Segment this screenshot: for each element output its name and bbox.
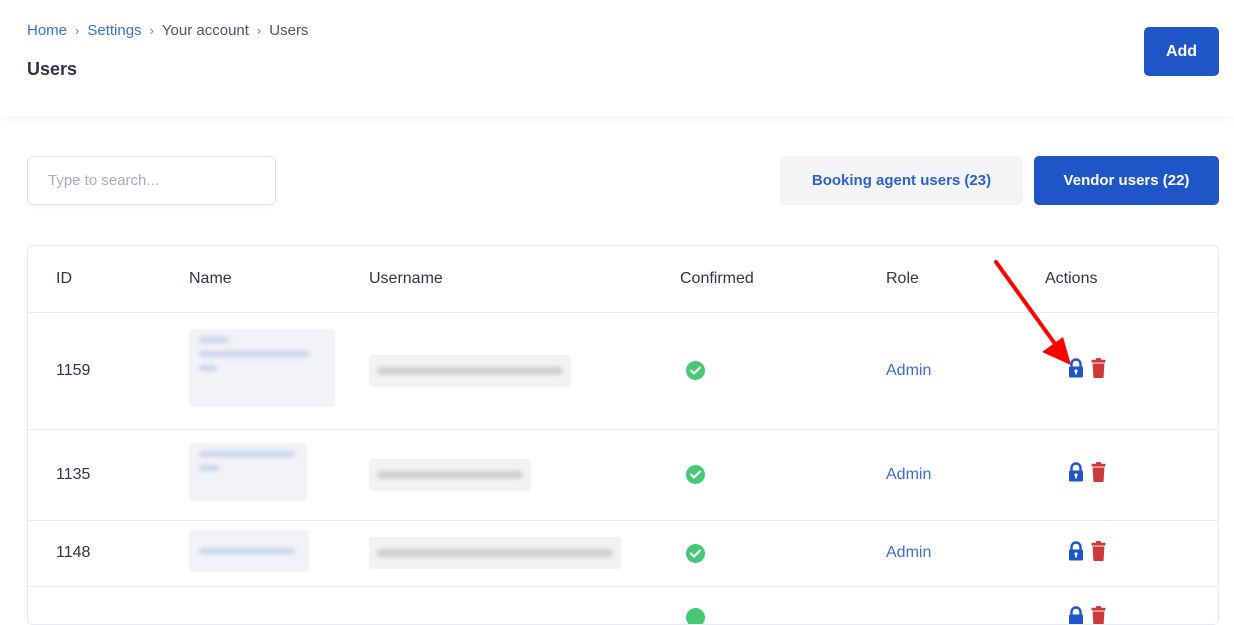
column-header-id: ID bbox=[28, 246, 189, 312]
table-row: 1135 Admin bbox=[28, 429, 1218, 520]
lock-icon[interactable] bbox=[1068, 358, 1084, 383]
table-header-row: ID Name Username Confirmed Role Actions bbox=[28, 246, 1218, 312]
breadcrumb-separator: › bbox=[75, 22, 79, 40]
page-header: Home › Settings › Your account › Users U… bbox=[0, 0, 1234, 116]
column-header-role: Role bbox=[856, 246, 1018, 312]
user-name-link-redacted[interactable] bbox=[189, 530, 309, 572]
username-redacted bbox=[369, 459, 531, 491]
user-id: 1148 bbox=[28, 520, 189, 586]
table-row: 1148 Admin bbox=[28, 520, 1218, 586]
role-link[interactable]: Admin bbox=[886, 466, 931, 483]
column-header-username: Username bbox=[369, 246, 680, 312]
confirmed-check-icon bbox=[686, 465, 705, 484]
lock-icon[interactable] bbox=[1068, 606, 1084, 625]
role-link[interactable]: Admin bbox=[886, 362, 931, 379]
lock-icon[interactable] bbox=[1068, 541, 1084, 566]
confirmed-check-icon bbox=[686, 544, 705, 563]
user-id bbox=[28, 586, 189, 625]
row-actions bbox=[1068, 462, 1106, 487]
breadcrumb-your-account: Your account bbox=[162, 22, 249, 40]
row-actions bbox=[1068, 541, 1106, 566]
confirmed-check-icon bbox=[686, 361, 705, 380]
trash-icon[interactable] bbox=[1091, 606, 1106, 625]
confirmed-check-icon bbox=[686, 608, 705, 625]
add-button[interactable]: Add bbox=[1144, 27, 1219, 76]
role-link[interactable]: Admin bbox=[886, 544, 931, 561]
trash-icon[interactable] bbox=[1091, 462, 1106, 487]
lock-icon[interactable] bbox=[1068, 462, 1084, 487]
users-table: ID Name Username Confirmed Role Actions … bbox=[28, 246, 1218, 625]
row-actions bbox=[1068, 606, 1106, 625]
tab-booking-agent-users[interactable]: Booking agent users (23) bbox=[780, 156, 1023, 205]
column-header-name: Name bbox=[189, 246, 369, 312]
breadcrumb-separator: › bbox=[150, 22, 154, 40]
page-title: Users bbox=[27, 59, 77, 80]
column-header-actions: Actions bbox=[1018, 246, 1218, 312]
breadcrumb-settings[interactable]: Settings bbox=[87, 22, 141, 40]
trash-icon[interactable] bbox=[1091, 541, 1106, 566]
table-row bbox=[28, 586, 1218, 625]
username-redacted bbox=[369, 537, 621, 569]
users-table-card: ID Name Username Confirmed Role Actions … bbox=[27, 245, 1219, 625]
breadcrumb-users: Users bbox=[269, 22, 308, 40]
row-actions bbox=[1068, 358, 1106, 383]
search-input[interactable] bbox=[27, 156, 276, 205]
trash-icon[interactable] bbox=[1091, 358, 1106, 383]
user-id: 1159 bbox=[28, 312, 189, 429]
tab-vendor-users[interactable]: Vendor users (22) bbox=[1034, 156, 1219, 205]
breadcrumb-home[interactable]: Home bbox=[27, 22, 67, 40]
user-name-link-redacted[interactable] bbox=[189, 329, 335, 407]
user-name-link-redacted[interactable] bbox=[189, 443, 307, 501]
column-header-confirmed: Confirmed bbox=[680, 246, 856, 312]
user-id: 1135 bbox=[28, 429, 189, 520]
breadcrumb-separator: › bbox=[257, 22, 261, 40]
table-row: 1159 Admin bbox=[28, 312, 1218, 429]
username-redacted bbox=[369, 355, 571, 387]
breadcrumb: Home › Settings › Your account › Users bbox=[27, 22, 308, 40]
